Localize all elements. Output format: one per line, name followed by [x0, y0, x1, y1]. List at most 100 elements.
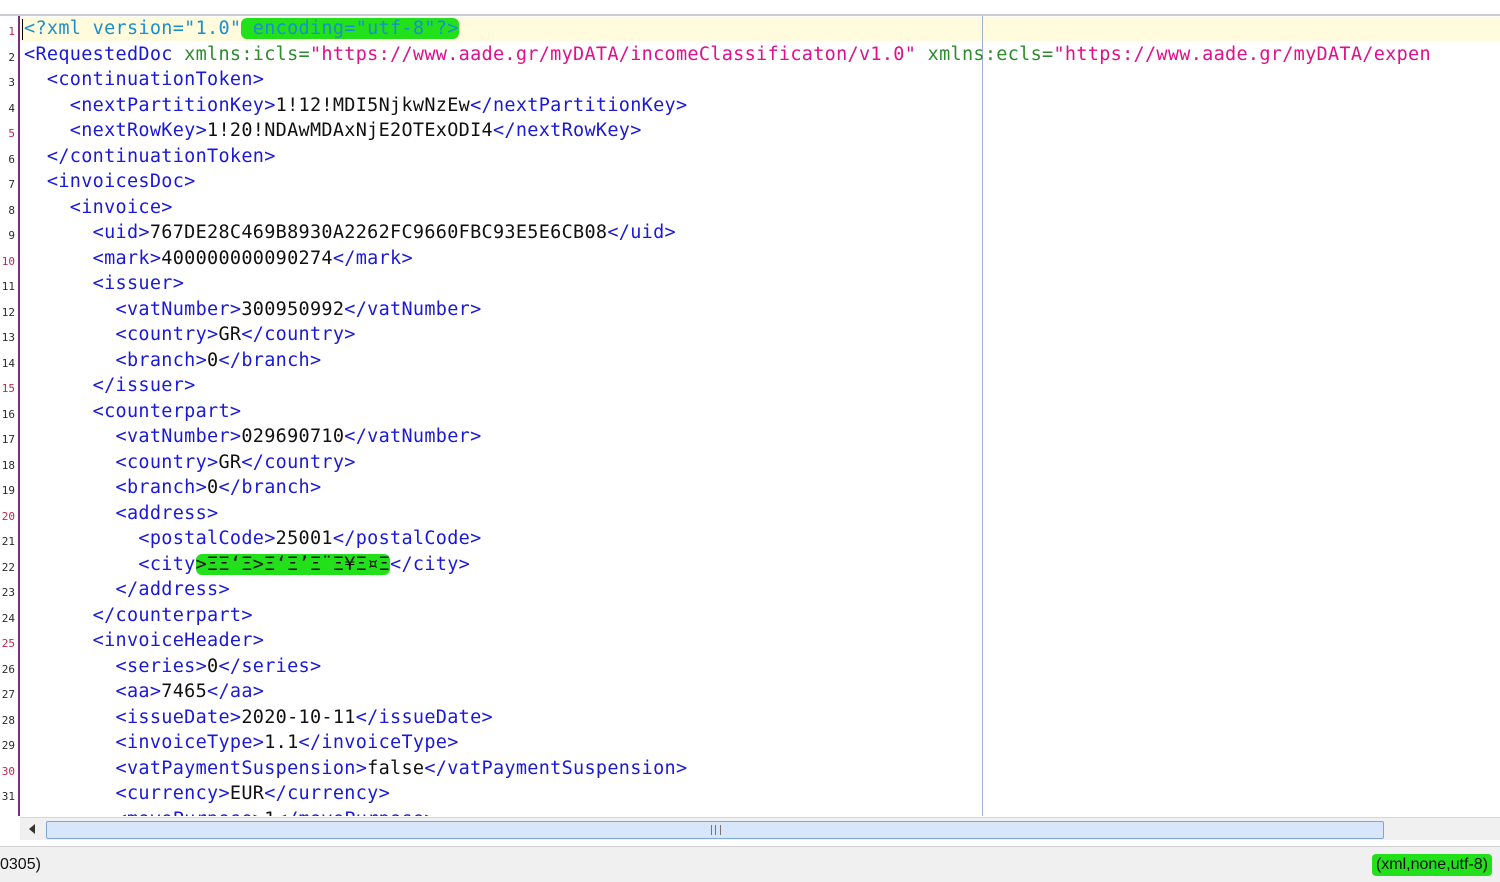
xml-val-token: "https://www.aade.gr/myDATA/incomeClassi… [309, 43, 917, 65]
code-text: <invoice> [24, 196, 173, 220]
code-text: <uid>767DE28C469B8930A2262FC9660FBC93E5E… [24, 221, 676, 245]
xml-tag-token: <vatNumber> [24, 426, 242, 447]
scroll-left-arrow-icon[interactable] [24, 821, 40, 837]
xml-txt-token: 767DE28C469B8930A2262FC9660FBC93E5E6CB08 [149, 222, 608, 243]
code-text: </continuationToken> [24, 145, 276, 169]
line-number: 18 [1, 458, 15, 472]
code-line[interactable]: 23 </address> [0, 577, 1500, 603]
code-text: <issueDate>2020-10-11</issueDate> [24, 706, 493, 730]
line-number: 7 [8, 178, 15, 191]
xml-tag-token: </continuationToken> [24, 145, 276, 167]
xml-txt-token: >ΞΞ‘Ξ>Ξ‘Ξ’Ξ¨Ξ¥Ξ¤Ξ [195, 553, 391, 575]
code-text: <postalCode>25001</postalCode> [24, 527, 482, 551]
code-line[interactable]: 18 <country>GR</country> [0, 450, 1500, 476]
code-line[interactable]: 11 <issuer> [0, 271, 1500, 297]
xml-tag-token: </nextPartitionKey> [470, 94, 688, 116]
code-line[interactable]: 6 </continuationToken> [0, 144, 1500, 170]
code-line[interactable]: 10 <mark>400000000090274</mark> [0, 246, 1500, 272]
code-line[interactable]: 15 </issuer> [0, 373, 1500, 399]
code-line[interactable]: 1 <?xml version="1.0" encoding="utf-8"?> [0, 16, 1500, 42]
code-line[interactable]: 20 <address> [0, 501, 1500, 527]
code-line[interactable]: 13 <country>GR</country> [0, 322, 1500, 348]
code-text: <?xml version="1.0" encoding="utf-8"?> [24, 17, 459, 41]
line-number: 2 [8, 50, 15, 64]
line-number: 27 [1, 688, 15, 701]
xml-txt-token: 029690710 [241, 426, 345, 447]
horizontal-scrollbar[interactable] [20, 817, 1500, 840]
line-number: 29 [1, 739, 15, 752]
line-number: 17 [1, 433, 15, 446]
xml-txt-token: 2020-10-11 [241, 706, 356, 728]
xml-tag-token: </aa> [207, 681, 265, 702]
xml-tag-token: </postalCode> [332, 528, 482, 549]
code-line[interactable]: 30 <vatPaymentSuspension>false</vatPayme… [0, 756, 1500, 782]
code-text: <invoiceType>1.1</invoiceType> [24, 731, 459, 755]
xml-attr-token: xmlns:icls= [184, 43, 310, 65]
line-number: 19 [1, 484, 15, 497]
code-line[interactable]: 29 <invoiceType>1.1</invoiceType> [0, 730, 1500, 756]
line-number: 4 [8, 101, 15, 115]
code-line[interactable]: 26 <series>0</series> [0, 654, 1500, 680]
line-number: 16 [1, 407, 15, 421]
code-text: <vatPaymentSuspension>false</vatPaymentS… [24, 757, 688, 781]
xml-txt-token: 25001 [275, 528, 333, 549]
code-text: <aa>7465</aa> [24, 680, 264, 704]
xml-tag-token: <nextRowKey> [24, 120, 208, 141]
status-file-format[interactable]: (xml,none,utf-8) [1371, 854, 1492, 876]
xml-tag-token: <issueDate> [24, 706, 242, 728]
xml-tag-token: </uid> [607, 222, 676, 243]
xml-tag-token: </nextRowKey> [492, 120, 642, 141]
status-position: 0305) [0, 856, 41, 873]
xml-txt-token: 1.1 [264, 732, 299, 753]
code-text: <address> [24, 502, 219, 526]
code-line[interactable]: 27 <aa>7465</aa> [0, 679, 1500, 705]
xml-tag-token: </address> [24, 579, 230, 600]
code-text: <movePurpose>1</movePurpose> [24, 808, 436, 817]
code-line[interactable]: 32 <movePurpose>1</movePurpose> [0, 807, 1500, 817]
code-line[interactable]: 12 <vatNumber>300950992</vatNumber> [0, 297, 1500, 323]
code-line[interactable]: 17 <vatNumber>029690710</vatNumber> [0, 424, 1500, 450]
xml-tag-token: <invoiceHeader> [24, 630, 265, 651]
code-line[interactable]: 14 <branch>0</branch> [0, 348, 1500, 374]
code-text: <vatNumber>300950992</vatNumber> [24, 298, 482, 322]
code-line[interactable]: 3 <continuationToken> [0, 67, 1500, 93]
line-number: 3 [8, 76, 15, 89]
code-line[interactable]: 28 <issueDate>2020-10-11</issueDate> [0, 705, 1500, 731]
code-line[interactable]: 31 <currency>EUR</currency> [0, 781, 1500, 807]
line-number: 21 [1, 535, 15, 548]
xml-txt-token: 0 [207, 349, 219, 371]
code-line[interactable]: 16 <counterpart> [0, 399, 1500, 425]
code-line[interactable]: 21 <postalCode>25001</postalCode> [0, 526, 1500, 552]
xml-tag-token: <country> [24, 324, 219, 345]
line-number: 11 [1, 280, 15, 293]
code-line[interactable]: 2 <RequestedDoc xmlns:icls="https://www.a… [0, 42, 1500, 68]
code-line[interactable]: 4 <nextPartitionKey>1!12!MDI5NjkwNzEw</n… [0, 93, 1500, 119]
code-line[interactable]: 9 <uid>767DE28C469B8930A2262FC9660FBC93E… [0, 220, 1500, 246]
xml-tag-token: </country> [241, 451, 356, 473]
xml-tag-token: </movePurpose> [276, 809, 436, 817]
xml-tag-token: <continuationToken> [24, 69, 265, 90]
code-line[interactable]: 24 </counterpart> [0, 603, 1500, 629]
code-line[interactable]: 25 <invoiceHeader> [0, 628, 1500, 654]
code-line[interactable]: 19 <branch>0</branch> [0, 475, 1500, 501]
xml-tag-token: </vatPaymentSuspension> [424, 757, 688, 779]
scrollbar-thumb[interactable] [46, 821, 1384, 839]
line-number: 14 [1, 356, 15, 370]
code-line[interactable]: 5 <nextRowKey>1!20!NDAwMDAxNjE2OTExODI4<… [0, 118, 1500, 144]
line-number: 30 [1, 764, 15, 778]
xml-tag-token: </city> [390, 553, 471, 575]
code-text: <invoicesDoc> [24, 170, 196, 194]
xml-val-token: "https://www.aade.gr/myDATA/expen [1053, 43, 1431, 65]
xml-tag-token: <mark> [24, 247, 162, 269]
code-text: <branch>0</branch> [24, 476, 322, 500]
code-line[interactable]: 8 <invoice> [0, 195, 1500, 221]
code-text: <invoiceHeader> [24, 629, 264, 653]
status-bar: 0305) (xml,none,utf-8) [0, 846, 1500, 882]
code-text: <series>0</series> [24, 655, 322, 679]
line-number: 24 [1, 611, 15, 625]
xml-editor[interactable]: 1 <?xml version="1.0" encoding="utf-8"?> 2… [0, 16, 1500, 816]
xml-tag-token: <branch> [24, 349, 208, 371]
code-line[interactable]: 22 <city>ΞΞ‘Ξ>Ξ‘Ξ’Ξ¨Ξ¥Ξ¤Ξ</city> [0, 552, 1500, 578]
code-line[interactable]: 7 <invoicesDoc> [0, 169, 1500, 195]
code-text: <country>GR</country> [24, 323, 356, 347]
